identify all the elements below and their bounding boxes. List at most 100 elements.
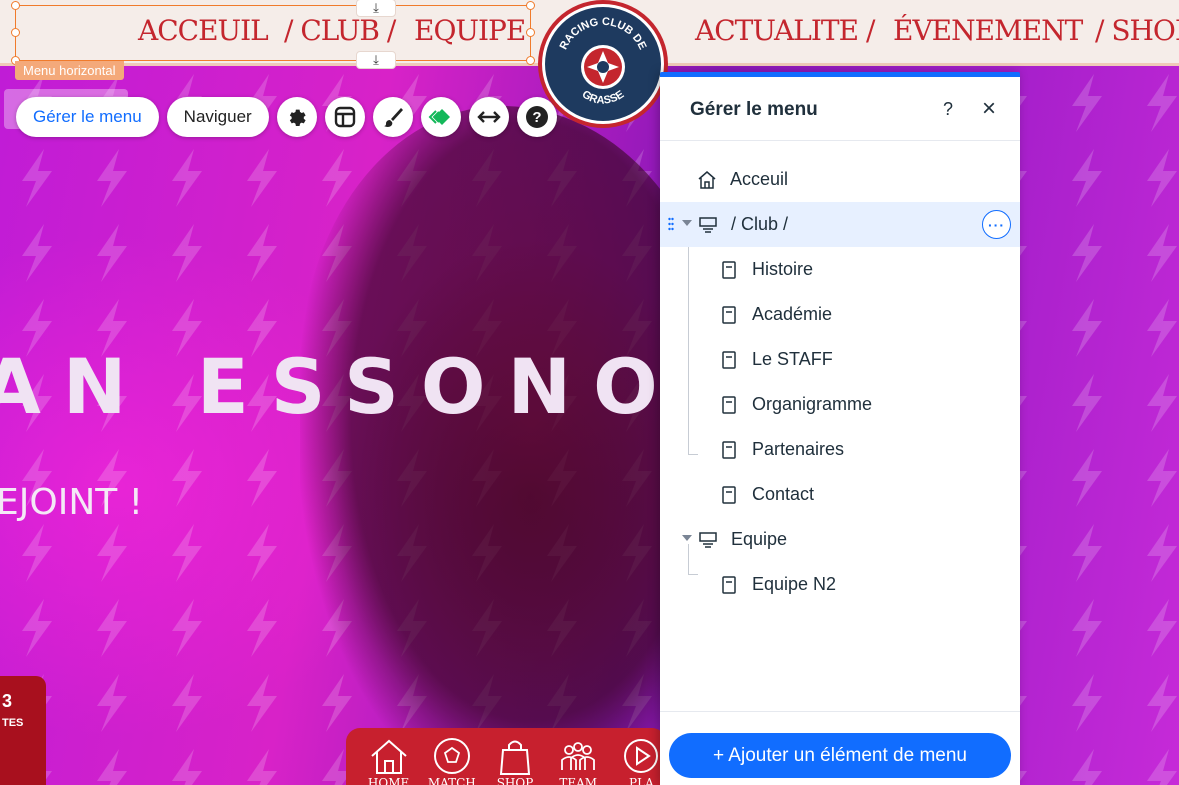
stretch-handle-bottom[interactable]: ⤓: [356, 51, 396, 69]
selection-frame[interactable]: [15, 5, 531, 61]
settings-button[interactable]: [276, 97, 317, 137]
svg-text:?: ?: [532, 109, 541, 126]
help-button[interactable]: ?: [936, 97, 960, 121]
page-icon: [718, 574, 740, 596]
more-options-button[interactable]: ···: [982, 210, 1011, 239]
bottom-nav-label: TEAM: [559, 776, 598, 785]
bottom-nav-label: PLA: [629, 776, 654, 785]
dropdown-menu-icon: [697, 529, 719, 551]
menu-item-label: Histoire: [752, 259, 814, 279]
menu-item-partenaires[interactable]: Partenaires: [660, 427, 1020, 472]
panel-header: Gérer le menu ? ×: [660, 77, 1020, 141]
svg-text:GRASSE: GRASSE: [580, 88, 627, 106]
page-icon: [718, 304, 740, 326]
hero-title: AN ESSONO: [0, 342, 680, 431]
menu-tree: Acceuil / Club / ··· Histoire Académie L…: [660, 157, 1020, 607]
logo-text-bottom: GRASSE: [580, 88, 627, 106]
page-icon: [718, 259, 740, 281]
help-button[interactable]: ?: [516, 97, 557, 137]
bottom-nav-label: SHOP: [496, 776, 534, 785]
menu-item-le-staff[interactable]: Le STAFF: [660, 337, 1020, 382]
selection-label: Menu horizontal: [15, 61, 124, 80]
layout-icon: [334, 106, 355, 128]
resize-handle[interactable]: [11, 28, 20, 37]
download-arrow-icon: ⤓: [373, 0, 379, 15]
add-menu-item-button[interactable]: + Ajouter un élément de menu: [669, 733, 1011, 778]
panel-footer: + Ajouter un élément de menu: [660, 711, 1020, 785]
bottom-nav-bar: HOME MATCH SHOP TEAM PLA: [346, 728, 666, 785]
hero-subtitle: EJOINT !: [0, 482, 144, 523]
bottom-nav-match[interactable]: MATCH: [427, 736, 476, 785]
stat-label: TES: [2, 717, 24, 729]
close-icon: ×: [981, 95, 996, 122]
manage-menu-panel: Gérer le menu ? × Acceuil / Club / ··· H…: [660, 72, 1020, 785]
menu-item-acceuil[interactable]: Acceuil: [660, 157, 1020, 202]
brush-icon: [383, 108, 403, 127]
page-icon: [718, 349, 740, 371]
layout-button[interactable]: [324, 97, 365, 137]
bottom-nav-label: MATCH: [427, 776, 476, 785]
menu-item-label: / Club /: [731, 214, 789, 234]
stat-number: 3: [2, 691, 13, 711]
menu-item-organigramme[interactable]: Organigramme: [660, 382, 1020, 427]
help-icon: ?: [525, 106, 548, 128]
animation-button[interactable]: [420, 97, 461, 137]
menu-item-equipe-n2[interactable]: Equipe N2: [660, 562, 1020, 607]
nav-item-shop[interactable]: / SHOP: [1095, 14, 1179, 47]
play-icon: [624, 739, 659, 773]
nav-item-evenement[interactable]: ÉVENEMENT: [893, 14, 1083, 47]
close-button[interactable]: ×: [977, 95, 1001, 122]
stretch-icon: [477, 111, 501, 123]
resize-handle[interactable]: [526, 1, 535, 10]
page-icon: [718, 439, 740, 461]
menu-item-histoire[interactable]: Histoire: [660, 247, 1020, 292]
gear-icon: [289, 109, 306, 126]
football-icon: [433, 738, 470, 774]
bottom-nav-team[interactable]: TEAM: [554, 736, 603, 785]
stretch-button[interactable]: [468, 97, 509, 137]
menu-item-label: Académie: [752, 304, 833, 324]
menu-item-label: Acceuil: [730, 169, 789, 189]
player-photo: [300, 106, 720, 785]
page-icon: [718, 394, 740, 416]
resize-handle[interactable]: [526, 56, 535, 65]
menu-item-label: Equipe N2: [752, 574, 837, 594]
page-icon: [718, 484, 740, 506]
download-arrow-icon: ⤓: [373, 52, 379, 67]
menu-item-contact[interactable]: Contact: [660, 472, 1020, 517]
bottom-nav-play[interactable]: PLA: [617, 736, 666, 785]
menu-item-label: Equipe: [731, 529, 788, 549]
panel-title: Gérer le menu: [690, 99, 818, 120]
team-icon: [561, 742, 596, 770]
bottom-nav-shop[interactable]: SHOP: [490, 736, 539, 785]
drag-handle-icon[interactable]: [668, 217, 674, 231]
menu-item-label: Le STAFF: [752, 349, 833, 369]
menu-item-equipe[interactable]: Equipe: [660, 517, 1020, 562]
club-logo[interactable]: RACING CLUB DE GRASSE: [538, 0, 668, 128]
dropdown-menu-icon: [697, 214, 719, 236]
menu-item-label: Partenaires: [752, 439, 845, 459]
home-icon: [696, 169, 718, 191]
manage-menu-button[interactable]: Gérer le menu: [16, 97, 159, 137]
shopping-bag-icon: [499, 740, 531, 775]
bottom-nav-label: HOME: [367, 776, 410, 785]
stat-card[interactable]: 3 TES: [0, 676, 46, 785]
chevron-down-icon[interactable]: [682, 535, 692, 541]
resize-handle[interactable]: [526, 28, 535, 37]
bottom-nav-home[interactable]: HOME: [364, 736, 413, 785]
animation-icon: [428, 109, 450, 125]
chevron-down-icon[interactable]: [682, 220, 692, 226]
club-crest-icon: RACING CLUB DE GRASSE: [558, 16, 649, 107]
nav-item-actualite[interactable]: ACTUALITE /: [695, 14, 875, 47]
navigate-button[interactable]: Naviguer: [166, 97, 269, 137]
menu-item-label: Contact: [752, 484, 815, 504]
menu-item-club[interactable]: / Club / ···: [660, 202, 1020, 247]
menu-item-label: Organigramme: [752, 394, 873, 414]
stretch-handle-top[interactable]: ⤓: [356, 0, 396, 17]
home-icon: [370, 739, 407, 774]
editor-toolbar: Gérer le menu Naviguer ?: [16, 97, 557, 137]
resize-handle[interactable]: [11, 1, 20, 10]
menu-item-academie[interactable]: Académie: [660, 292, 1020, 337]
design-button[interactable]: [372, 97, 413, 137]
question-icon: ?: [942, 98, 953, 119]
